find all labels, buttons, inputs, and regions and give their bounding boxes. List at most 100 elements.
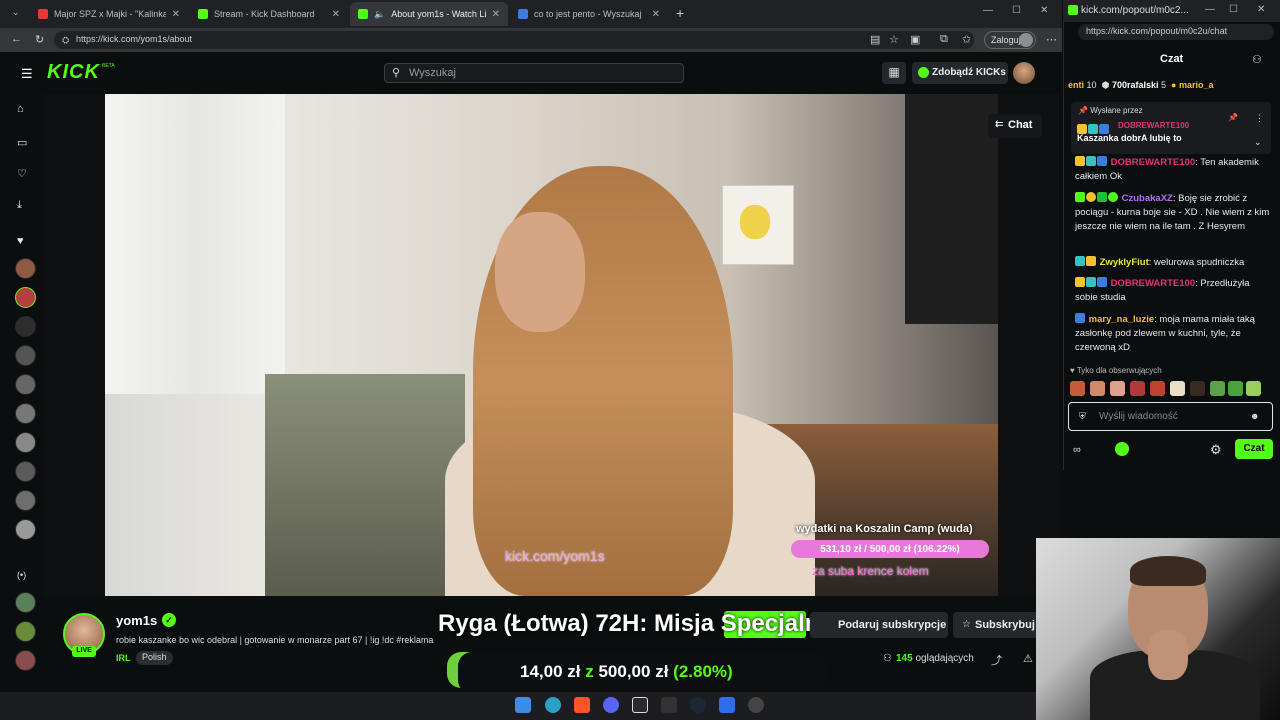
cabinet <box>905 94 998 324</box>
sidebar-channel-avatar[interactable] <box>15 519 36 540</box>
emote-icon[interactable] <box>1110 381 1125 396</box>
following-heart-icon[interactable]: ♡ <box>17 167 27 180</box>
points-icon[interactable]: ∞ <box>1073 444 1081 456</box>
maximize-icon[interactable]: ☐ <box>1229 4 1238 15</box>
favorites-icon[interactable]: ✩ <box>962 33 971 46</box>
unpin-icon[interactable]: 📌 <box>1228 113 1238 122</box>
sidebar-channel-avatar[interactable] <box>15 345 36 366</box>
site-info-icon[interactable]: ⛭ <box>62 35 69 46</box>
search-input[interactable]: Wyszukaj <box>384 63 684 83</box>
shield-icon: ⛨ <box>1079 411 1086 421</box>
epic-games-icon[interactable] <box>661 697 677 713</box>
star-icon[interactable]: ☆ <box>889 33 899 46</box>
download-icon[interactable]: ⤓ <box>17 199 22 212</box>
reader-icon[interactable]: ▤ <box>870 33 880 46</box>
overlay-banner: Ryga (Łotwa) 72H: Misja Specjalna <box>438 610 833 637</box>
sidebar-channel-avatar[interactable] <box>15 258 36 279</box>
close-tab-icon[interactable]: ✕ <box>332 9 340 20</box>
emote-bar <box>1070 381 1261 397</box>
sidebar-channel-avatar[interactable] <box>15 490 36 511</box>
sidebar-channel-avatar[interactable] <box>15 374 36 395</box>
close-window-icon[interactable]: ✕ <box>1040 5 1048 16</box>
maximize-icon[interactable]: ☐ <box>1012 5 1021 16</box>
badge-icon: ⬢ <box>1101 80 1110 90</box>
browse-icon[interactable]: ▭ <box>17 136 27 149</box>
tab-search[interactable]: co to jest pento - Wyszukaj ✕ <box>510 2 668 26</box>
sidebar-channel-avatar[interactable] <box>15 432 36 453</box>
emote-icon[interactable] <box>1130 381 1145 396</box>
gift-subs-button[interactable]: Podaruj subskrypcje <box>810 612 948 638</box>
emote-icon[interactable] <box>1190 381 1205 396</box>
emote-icon[interactable] <box>1090 381 1105 396</box>
chevron-down-icon[interactable]: ⌄ <box>1254 137 1262 148</box>
minimize-icon[interactable]: — <box>1205 4 1215 15</box>
tab-youtube[interactable]: Major SPZ x Majki - "Kalinka" - Yo ✕ <box>30 2 188 26</box>
close-tab-icon[interactable]: ✕ <box>492 9 500 20</box>
streamer-name[interactable]: yom1s <box>116 613 157 628</box>
send-chat-button[interactable]: Czat <box>1235 439 1273 459</box>
edge-icon[interactable] <box>545 697 561 713</box>
report-icon[interactable]: ⚠ <box>1023 652 1033 665</box>
gear-icon[interactable]: ⚙ <box>1210 442 1222 458</box>
emote-icon[interactable] <box>1070 381 1085 396</box>
crown-badge-icon <box>1086 256 1096 266</box>
brave-icon[interactable] <box>574 697 590 713</box>
extensions-icon[interactable]: ⧉ <box>940 33 948 46</box>
tab-list-icon[interactable]: ⌄ <box>12 7 20 18</box>
chat-url-field[interactable]: https://kick.com/popout/m0c2u/chat <box>1078 24 1274 40</box>
library-button[interactable]: ▦ <box>882 62 906 84</box>
kick-logo[interactable]: KICK <box>47 61 100 84</box>
sidebar-channel-avatar[interactable] <box>15 592 36 613</box>
tab-kick-dashboard[interactable]: Stream - Kick Dashboard ✕ <box>190 2 348 26</box>
minimize-icon[interactable]: — <box>983 5 993 16</box>
language-tag[interactable]: Polish <box>136 651 173 665</box>
video-frame[interactable] <box>105 94 998 596</box>
windows-start-icon[interactable] <box>515 697 531 713</box>
steam-icon[interactable] <box>690 697 706 713</box>
heart-icon: ♥ <box>17 235 24 247</box>
emoji-icon[interactable]: ☻ <box>1250 411 1259 421</box>
category-link[interactable]: IRL <box>116 653 131 663</box>
pinned-username[interactable]: DOBREWARTE100 <box>1118 121 1189 130</box>
chat-message-input[interactable]: Wyślij wiadomość <box>1068 402 1273 431</box>
kick-logo-beta: BETA <box>102 63 115 69</box>
menu-icon[interactable]: ☰ <box>21 66 33 82</box>
tab-about-yom1s[interactable]: 🔈 About yom1s - Watch Live on ✕ <box>350 2 508 26</box>
speaker-icon[interactable]: 🔈 <box>374 9 385 20</box>
discord-icon[interactable] <box>603 697 619 713</box>
sidebar-channel-avatar[interactable] <box>15 316 36 337</box>
app-icon[interactable] <box>719 697 735 713</box>
emote-icon[interactable] <box>1210 381 1225 396</box>
sidebar-channel-avatar[interactable] <box>15 650 36 671</box>
chat-users-icon[interactable]: ⚇ <box>1252 53 1262 66</box>
stream-title: robie kaszanke bo wic odebral | gotowani… <box>116 635 434 645</box>
sidebar-channel-avatar[interactable] <box>15 287 36 308</box>
new-tab-icon[interactable]: + <box>676 5 684 21</box>
close-tab-icon[interactable]: ✕ <box>652 9 660 20</box>
emote-icon[interactable] <box>1170 381 1185 396</box>
obs-icon[interactable] <box>632 697 648 713</box>
more-options-icon[interactable]: ⋮ <box>1255 113 1264 124</box>
url-field[interactable]: https://kick.com/yom1s/about <box>54 31 974 49</box>
emote-icon[interactable] <box>1246 381 1261 396</box>
sidebar-channel-avatar[interactable] <box>15 461 36 482</box>
home-icon[interactable]: ⌂ <box>17 103 24 115</box>
kick-points-icon[interactable] <box>1115 442 1129 456</box>
emote-icon[interactable] <box>1228 381 1243 396</box>
close-window-icon[interactable]: ✕ <box>1257 4 1265 15</box>
more-menu-icon[interactable]: ⋯ <box>1046 33 1057 46</box>
user-avatar[interactable] <box>1013 62 1035 84</box>
donation-text: 14,00 zł z 500,00 zł (2.80%) <box>520 662 733 681</box>
back-icon[interactable]: ← <box>11 33 22 45</box>
share-icon[interactable]: ⤴ <box>991 652 1002 668</box>
sidebar-channel-avatar[interactable] <box>15 621 36 642</box>
pin-icon: 📌 <box>1078 106 1088 115</box>
sidebar-channel-avatar[interactable] <box>15 403 36 424</box>
emote-icon[interactable] <box>1150 381 1165 396</box>
sub-badge-icon <box>1086 156 1096 166</box>
app-icon[interactable] <box>748 697 764 713</box>
reload-icon[interactable]: ↻ <box>35 33 44 46</box>
search-icon: ⚲ <box>392 67 401 79</box>
close-tab-icon[interactable]: ✕ <box>172 9 180 20</box>
pip-icon[interactable]: ▣ <box>910 33 920 46</box>
